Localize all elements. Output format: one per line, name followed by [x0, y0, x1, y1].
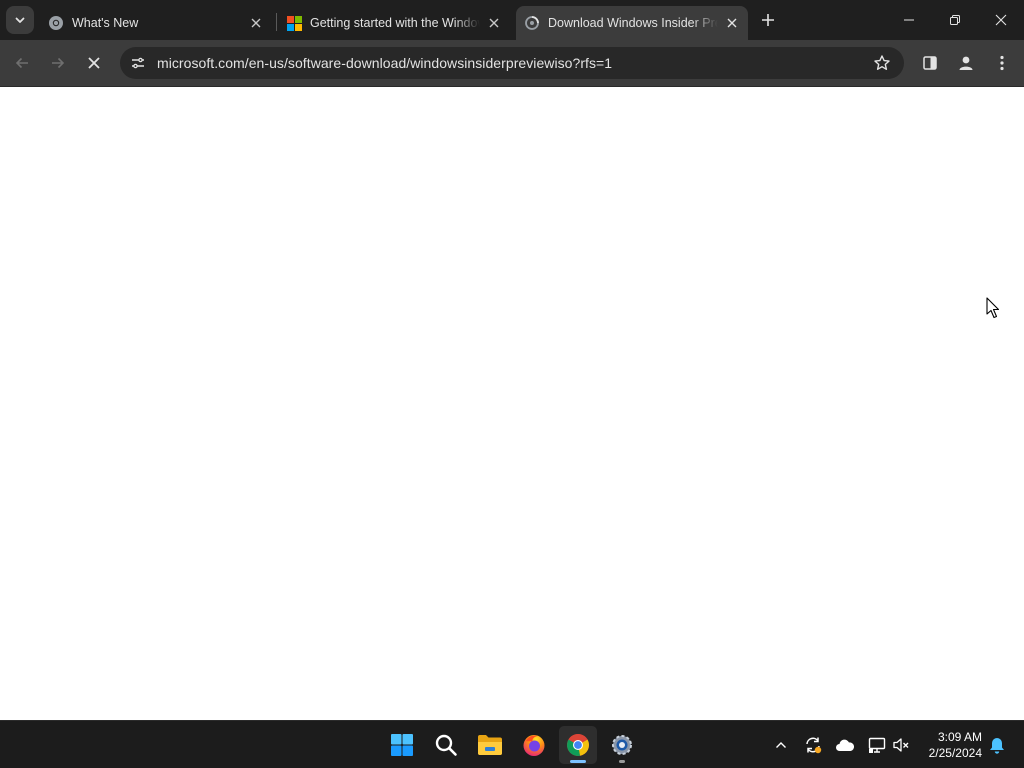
- minimize-icon: [904, 19, 914, 21]
- sync-update-icon: [806, 737, 822, 754]
- url-text[interactable]: microsoft.com/en-us/software-download/wi…: [157, 55, 612, 71]
- address-bar[interactable]: microsoft.com/en-us/software-download/wi…: [120, 47, 904, 79]
- page-content-area[interactable]: [0, 87, 1024, 720]
- tab-title: Getting started with the Windows Insider…: [310, 16, 480, 30]
- profile-button[interactable]: [950, 47, 982, 79]
- chrome-icon: [567, 734, 589, 756]
- tab-search-button[interactable]: [6, 6, 34, 34]
- taskbar-file-explorer[interactable]: [471, 726, 509, 764]
- volume-muted-icon: [893, 738, 909, 752]
- chrome-menu-button[interactable]: [986, 47, 1018, 79]
- side-panel-icon: [923, 56, 937, 70]
- back-button[interactable]: [6, 47, 38, 79]
- microsoft-logo-icon: [286, 15, 302, 31]
- volume-tray-icon[interactable]: [890, 734, 912, 756]
- plus-icon: [762, 14, 774, 26]
- taskbar-firefox[interactable]: [515, 726, 553, 764]
- clock-date: 2/25/2024: [928, 746, 982, 760]
- taskbar-chrome[interactable]: [559, 726, 597, 764]
- new-tab-button[interactable]: [756, 8, 780, 32]
- network-icon: [868, 737, 886, 753]
- windows-start-icon: [391, 734, 413, 756]
- close-window-button[interactable]: [978, 0, 1024, 40]
- taskbar-settings[interactable]: [603, 726, 641, 764]
- tab-whats-new[interactable]: What's New: [40, 6, 272, 40]
- close-tab-icon[interactable]: [724, 15, 740, 31]
- chrome-icon: [48, 15, 64, 31]
- search-icon: [435, 734, 457, 756]
- tab-separator: [276, 13, 277, 31]
- chevron-up-icon: [776, 742, 786, 748]
- network-tray-icon[interactable]: [866, 734, 888, 756]
- side-panel-button[interactable]: [914, 47, 946, 79]
- taskbar-search-button[interactable]: [427, 726, 465, 764]
- minimize-button[interactable]: [886, 0, 932, 40]
- mouse-pointer-icon: [986, 297, 1000, 319]
- close-icon: [88, 57, 100, 69]
- browser-toolbar: microsoft.com/en-us/software-download/wi…: [0, 40, 1024, 86]
- site-info-tune-icon[interactable]: [126, 51, 150, 75]
- notification-bell-icon: [990, 737, 1004, 754]
- start-button[interactable]: [383, 726, 421, 764]
- file-explorer-icon: [478, 735, 502, 755]
- active-app-indicator: [570, 760, 586, 763]
- stop-loading-button[interactable]: [78, 47, 110, 79]
- profile-avatar-icon: [959, 56, 973, 70]
- arrow-right-icon: [52, 57, 65, 69]
- sync-update-tray-icon[interactable]: [802, 734, 824, 756]
- tab-getting-started[interactable]: Getting started with the Windows Insider…: [278, 6, 510, 40]
- notification-center-button[interactable]: [986, 734, 1008, 756]
- restore-icon: [950, 15, 960, 25]
- show-hidden-icons-button[interactable]: [770, 734, 792, 756]
- kebab-menu-icon: [1000, 55, 1004, 71]
- close-icon: [995, 14, 1007, 26]
- close-tab-icon[interactable]: [248, 15, 264, 31]
- onedrive-cloud-icon: [836, 739, 855, 751]
- close-tab-icon[interactable]: [486, 15, 502, 31]
- tab-download-insider-iso[interactable]: Download Windows Insider Preview ISO: [516, 6, 748, 40]
- tab-title: What's New: [72, 16, 139, 30]
- chevron-down-icon: [15, 17, 25, 23]
- bookmark-star-icon[interactable]: [872, 53, 892, 73]
- clock-time: 3:09 AM: [937, 730, 982, 744]
- tab-title: Download Windows Insider Preview ISO: [548, 16, 718, 30]
- browser-tab-strip: What's New Getting started with the Wind…: [0, 0, 1024, 40]
- running-app-indicator: [619, 760, 625, 763]
- firefox-icon: [523, 735, 545, 756]
- forward-button[interactable]: [42, 47, 74, 79]
- arrow-left-icon: [15, 57, 28, 69]
- taskbar-clock[interactable]: 3:09 AM 2/25/2024: [918, 729, 982, 761]
- restore-button[interactable]: [932, 0, 978, 40]
- settings-icon: [612, 735, 632, 755]
- windows-taskbar: 3:09 AM 2/25/2024: [0, 720, 1024, 768]
- loading-spinner-icon: [524, 15, 540, 31]
- onedrive-tray-icon[interactable]: [834, 734, 856, 756]
